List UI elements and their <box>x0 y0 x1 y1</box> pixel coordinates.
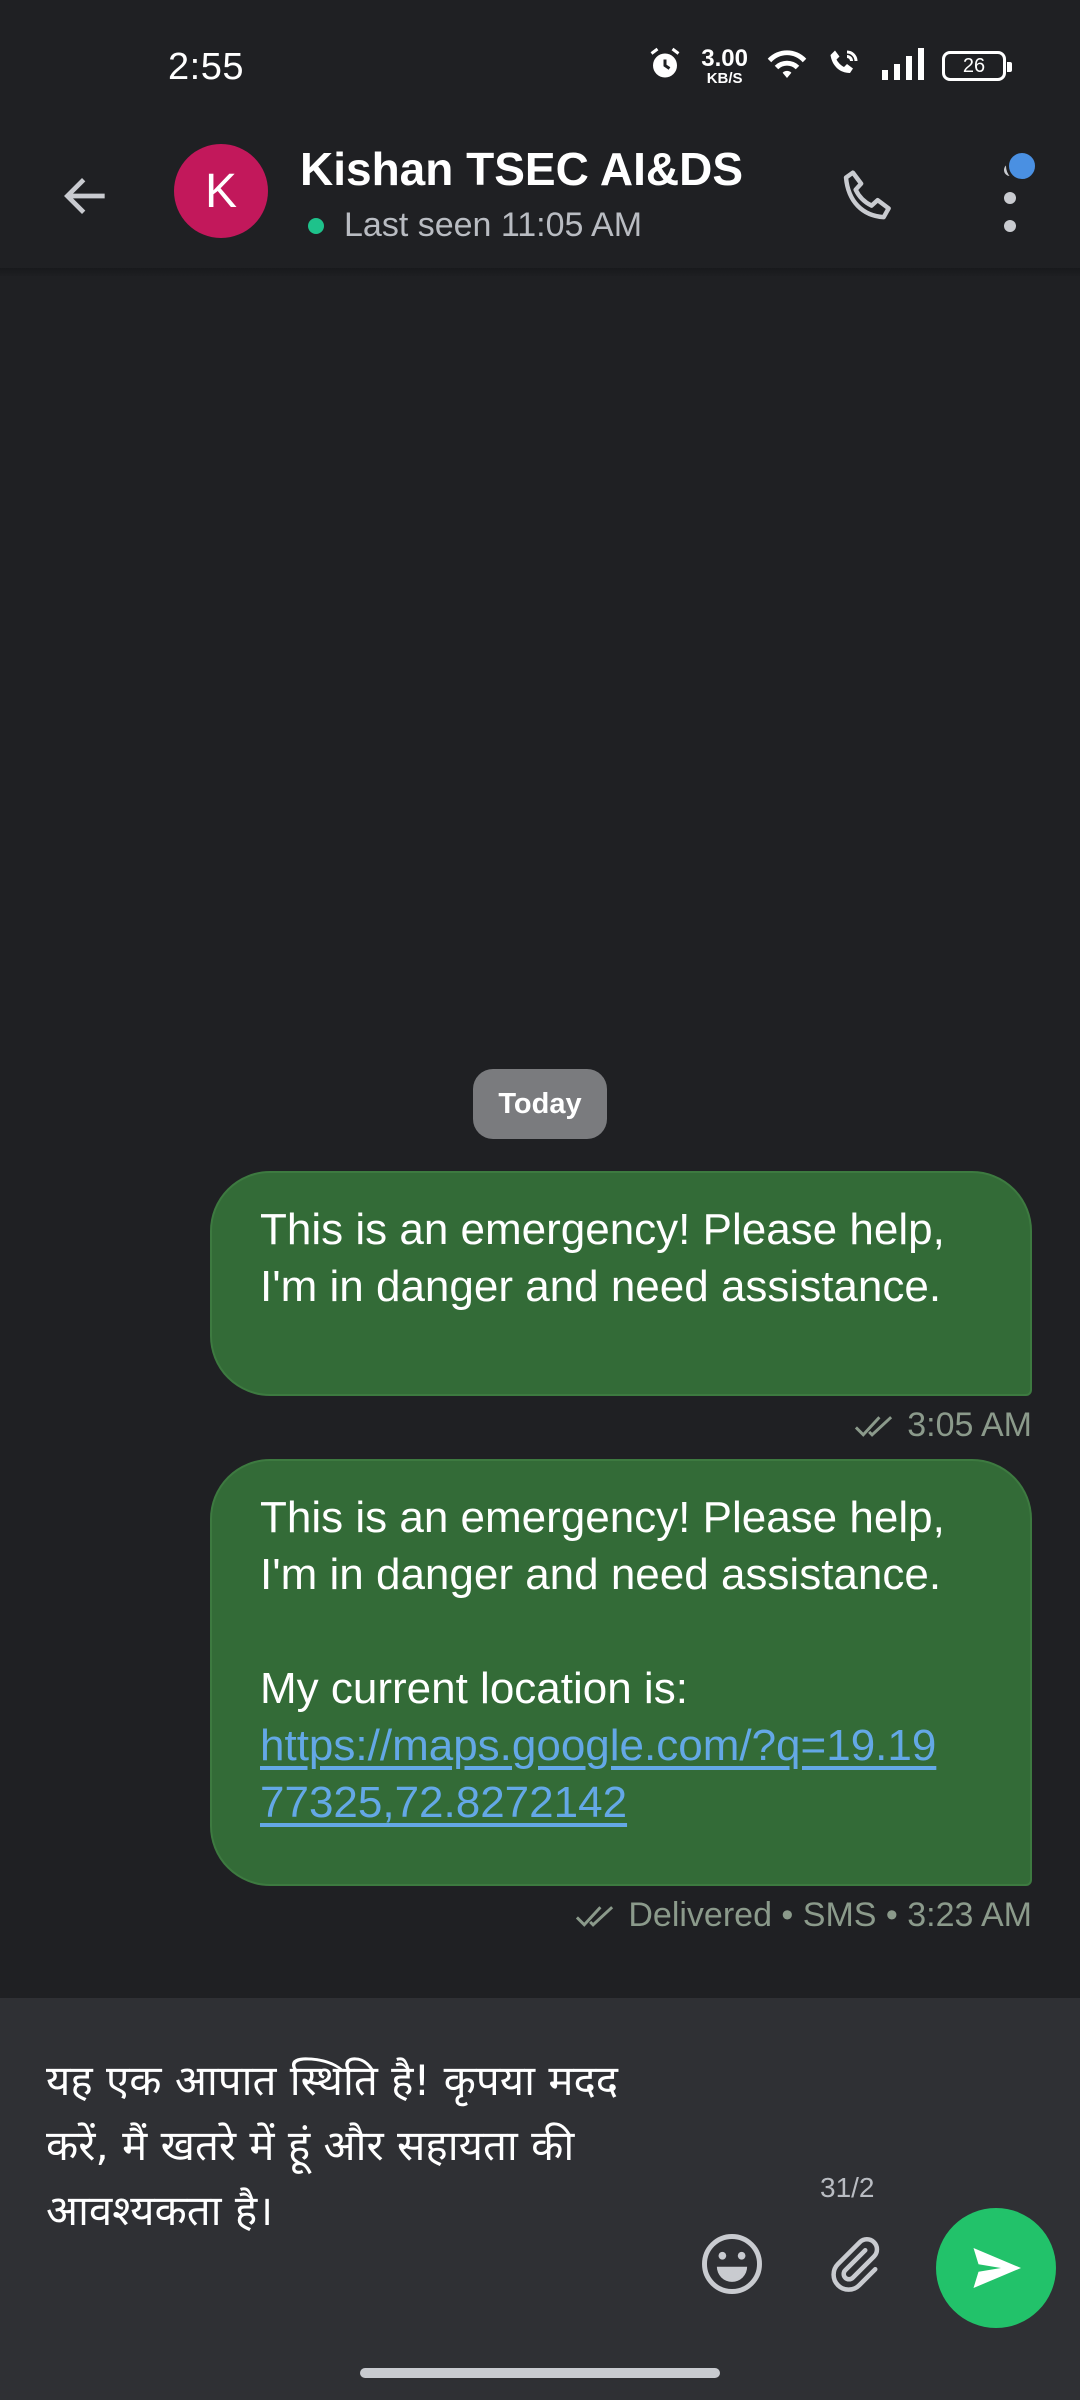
home-indicator[interactable] <box>360 2368 720 2378</box>
message-text: This is an emergency! Please help, I'm i… <box>260 1493 945 1713</box>
emoji-icon <box>702 2234 762 2294</box>
message-text: This is an emergency! Please help, I'm i… <box>260 1205 958 1311</box>
date-divider: Today <box>473 1069 607 1139</box>
wifi-call-icon <box>826 46 862 87</box>
alarm-icon <box>647 46 683 87</box>
notification-dot-icon <box>1006 150 1038 182</box>
battery-level: 26 <box>962 54 986 77</box>
message-input[interactable]: यह एक आपात स्थिति है! कृपया मदद करें, मै… <box>46 2048 686 2243</box>
status-time: 2:55 <box>168 46 244 88</box>
status-bar: 2:55 3.00 KB/S 26 <box>0 0 1080 130</box>
gesture-nav-area <box>0 2350 1080 2400</box>
back-button[interactable] <box>50 160 122 232</box>
phone-icon <box>843 170 891 220</box>
battery-icon: 26 <box>942 51 1012 81</box>
presence-row: Last seen 11:05 AM <box>308 206 642 245</box>
char-count: 31/2 <box>820 2172 875 2203</box>
wifi-icon <box>766 46 808 87</box>
double-check-icon <box>855 1415 893 1437</box>
emoji-button[interactable] <box>696 2228 768 2300</box>
message-list[interactable]: Today This is an emergency! Please help,… <box>0 276 1080 1998</box>
chat-header: K Kishan TSEC AI&DS Last seen 11:05 AM <box>0 130 1080 276</box>
avatar[interactable]: K <box>174 144 268 238</box>
message-meta: 3:05 AM <box>853 1406 1032 1445</box>
contact-name[interactable]: Kishan TSEC AI&DS <box>300 142 743 196</box>
signal-icon <box>880 47 924 85</box>
back-arrow-icon <box>64 178 105 214</box>
message-bubble[interactable]: This is an emergency! Please help, I'm i… <box>210 1171 1032 1396</box>
avatar-letter: K <box>204 164 237 218</box>
double-check-icon <box>576 1905 614 1927</box>
call-button[interactable] <box>826 154 910 238</box>
more-vert-icon-dot <box>1004 220 1016 232</box>
online-dot-icon <box>308 217 324 234</box>
attach-icon <box>831 2237 880 2292</box>
last-seen: Last seen 11:05 AM <box>344 206 643 244</box>
message-time: 3:05 AM <box>907 1406 1032 1444</box>
attach-button[interactable] <box>818 2228 890 2300</box>
location-link[interactable]: https://maps.google.com/?q=19.1977325,72… <box>260 1717 960 1831</box>
net-speed-unit: KB/S <box>706 69 743 87</box>
more-vert-icon-dot <box>1004 192 1016 204</box>
send-icon <box>973 2248 1021 2288</box>
net-speed: 3.00 KB/S <box>701 44 748 87</box>
status-icons: 3.00 KB/S 26 <box>647 44 1012 88</box>
send-button[interactable] <box>936 2208 1056 2328</box>
message-bubble[interactable]: This is an emergency! Please help, I'm i… <box>210 1459 1032 1886</box>
message-meta: Delivered • SMS • 3:23 AM <box>574 1896 1032 1935</box>
net-speed-value: 3.00 <box>701 44 748 72</box>
message-status: Delivered • SMS • 3:23 AM <box>628 1896 1032 1934</box>
composer: यह एक आपात स्थिति है! कृपया मदद करें, मै… <box>0 1998 1080 2350</box>
more-options-button[interactable] <box>980 150 1040 244</box>
